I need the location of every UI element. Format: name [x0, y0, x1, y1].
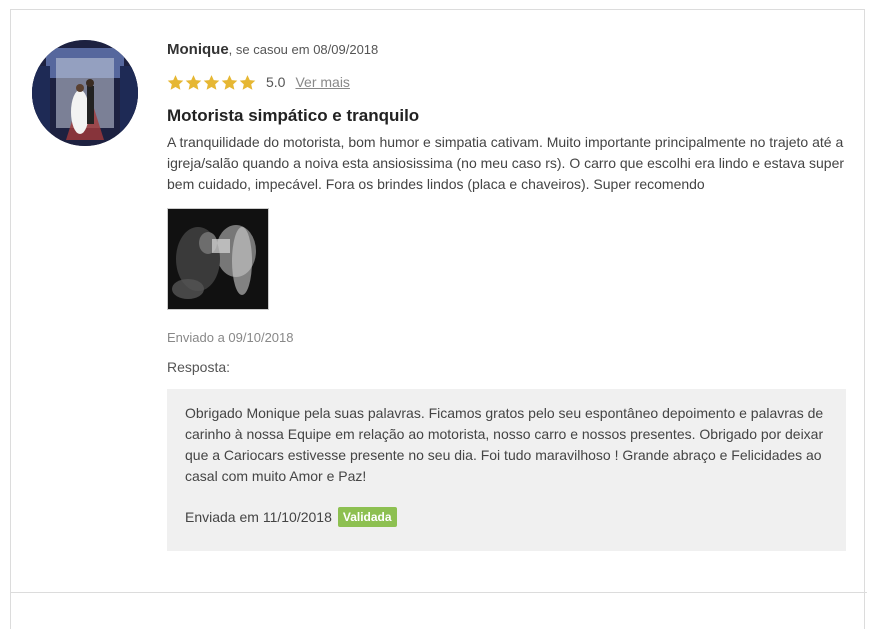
reply-sent-date: Enviada em 11/10/2018	[185, 509, 332, 525]
review-content: Monique, se casou em 08/09/2018 5.0 Ver …	[167, 40, 847, 375]
star-icon	[185, 74, 202, 90]
see-more-link[interactable]: Ver mais	[295, 74, 349, 90]
wedding-date: , se casou em 08/09/2018	[228, 42, 379, 57]
validated-badge: Validada	[337, 507, 397, 527]
star-icon	[203, 74, 220, 90]
review-text: A tranquilidade do motorista, bom humor …	[167, 134, 845, 192]
author-line: Monique, se casou em 08/09/2018	[167, 40, 847, 60]
rating-stars	[167, 74, 256, 91]
review-sent-date: Enviado a 09/10/2018	[167, 330, 294, 345]
rating-row: 5.0 Ver mais	[167, 72, 847, 92]
star-icon	[221, 74, 238, 90]
rating-value: 5.0	[266, 74, 286, 90]
star-icon	[239, 74, 256, 90]
avatar	[32, 40, 138, 146]
reply-box: Obrigado Monique pela suas palavras. Fic…	[167, 389, 846, 551]
reply-footer: Enviada em 11/10/2018 Validada	[185, 507, 828, 527]
star-icon	[167, 74, 184, 90]
author-name: Monique	[167, 41, 229, 58]
review-photo[interactable]	[167, 208, 269, 310]
divider	[10, 592, 867, 593]
reply-label: Resposta:	[167, 359, 231, 375]
reply-text: Obrigado Monique pela suas palavras. Fic…	[185, 405, 824, 484]
review-title: Motorista simpático e tranquilo	[167, 106, 420, 125]
